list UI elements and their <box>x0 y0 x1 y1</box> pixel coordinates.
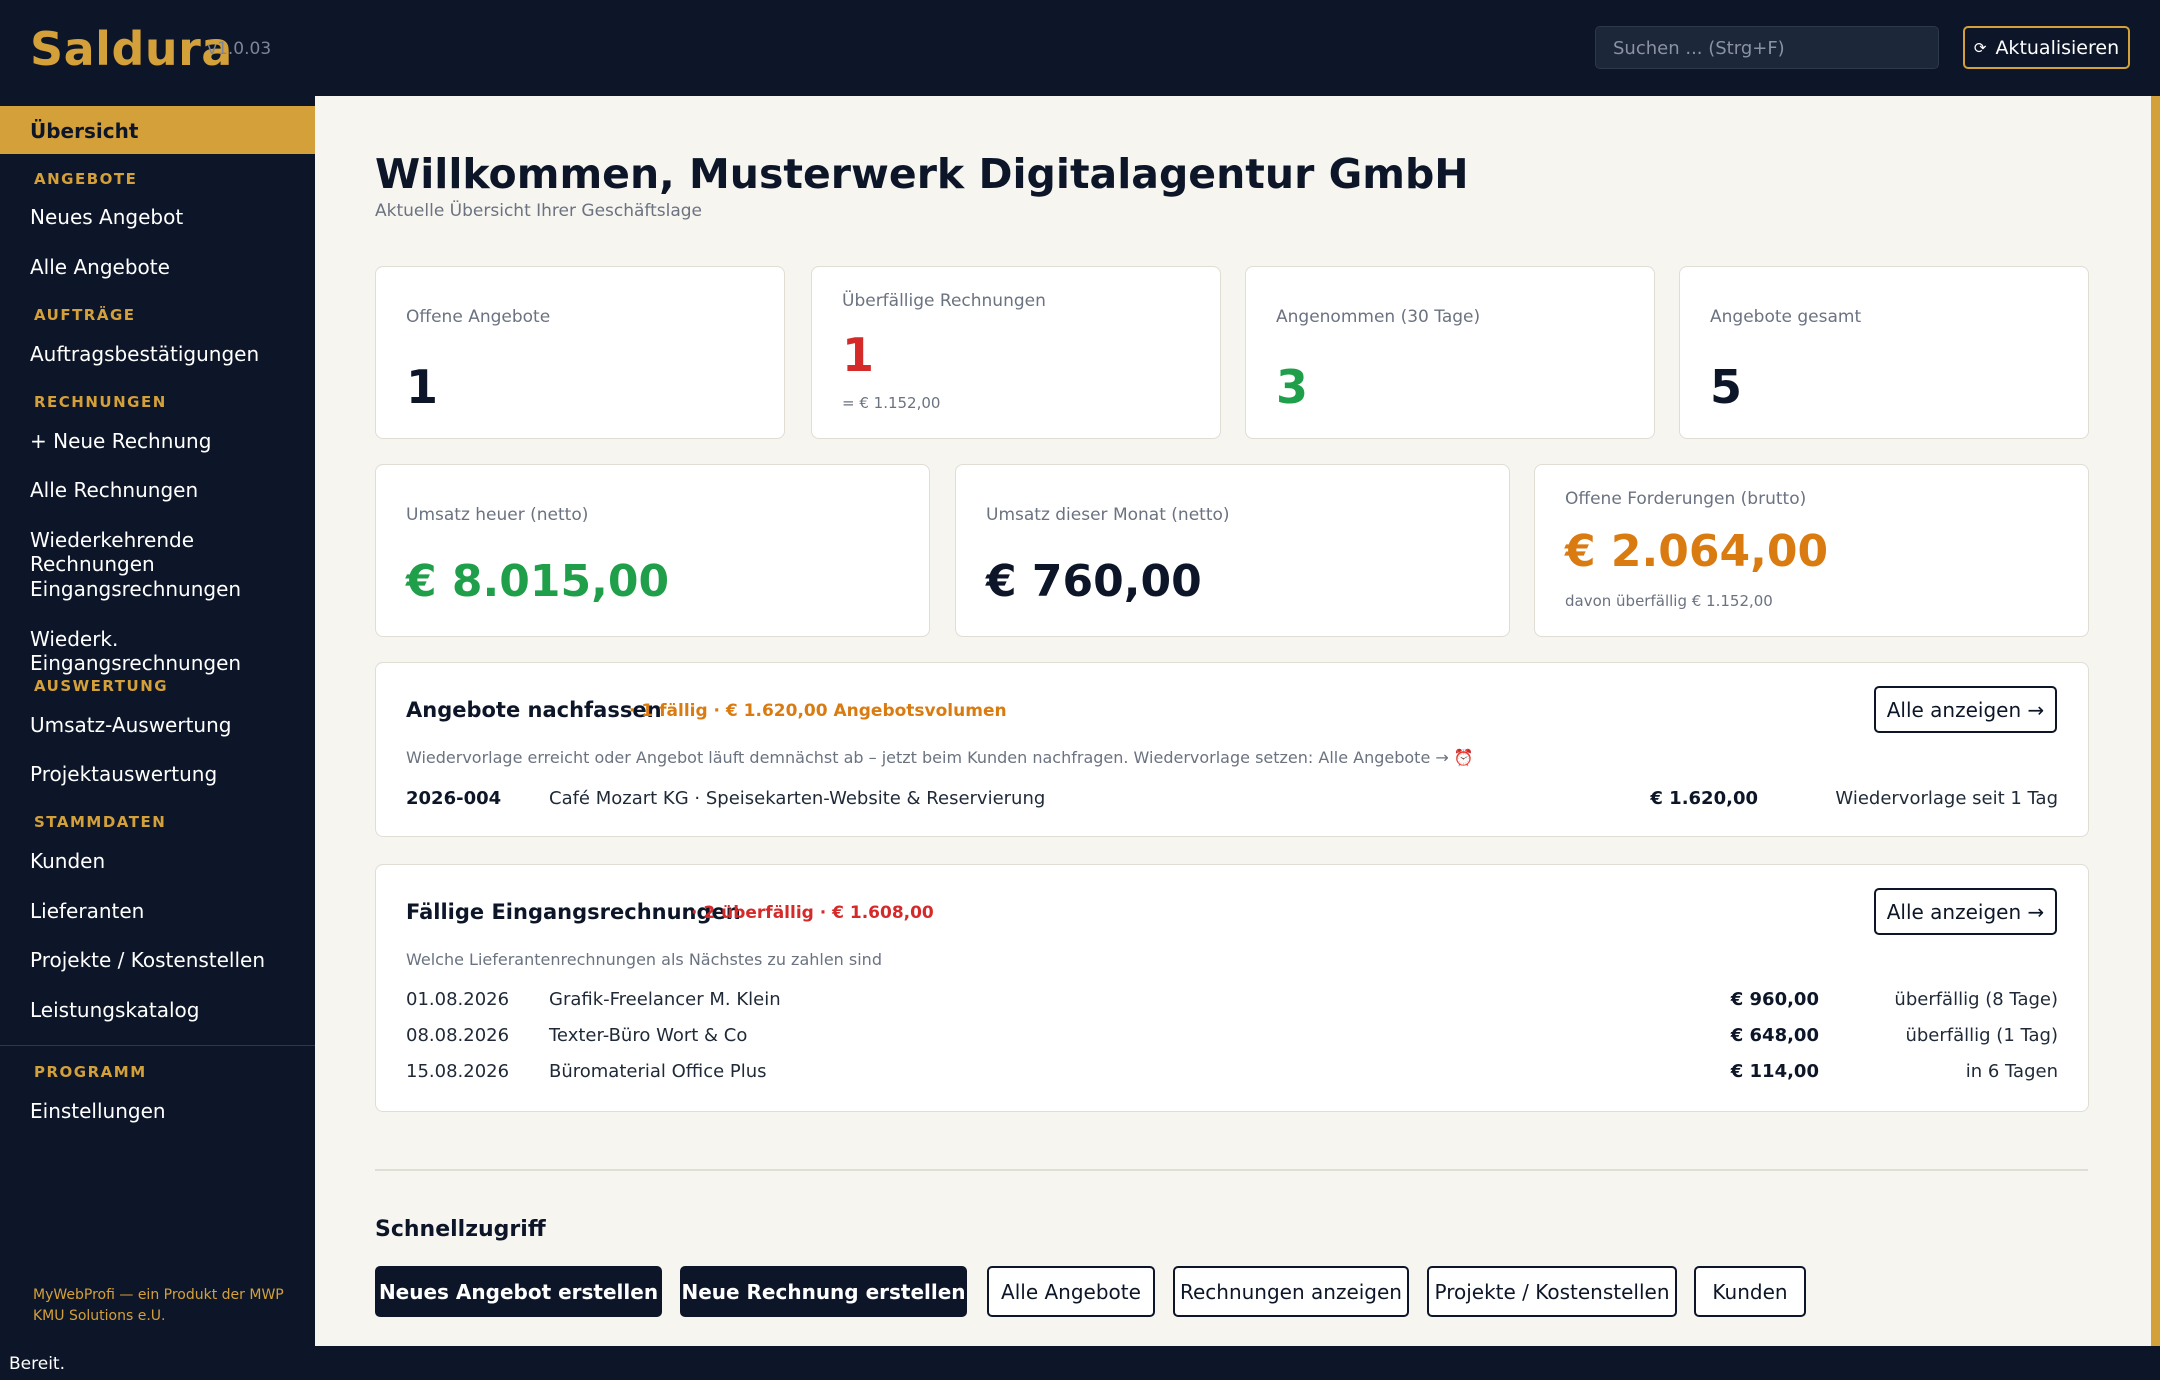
sidebar-item-wiederk-eingangsrechnungen[interactable]: Wiederk. Eingangsrechnungen <box>30 627 315 675</box>
eingang-datum: 15.08.2026 <box>406 1061 510 1082</box>
page-subtitle: Aktuelle Übersicht Ihrer Geschäftslage <box>375 201 703 221</box>
kpi-card-umsatz-heuer[interactable]: Umsatz heuer (netto) € 8.015,00 <box>375 464 930 637</box>
sidebar-section-auswertung: AUSWERTUNG <box>34 677 169 695</box>
sidebar-item-umsatz-auswertung[interactable]: Umsatz-Auswertung <box>30 713 231 737</box>
panel-badge: · 1 fällig · € 1.620,00 Angebotsvolumen <box>629 701 1007 721</box>
angebot-betrag: € 1.620,00 <box>1650 788 1758 809</box>
kpi-card-offene-forderungen[interactable]: Offene Forderungen (brutto) € 2.064,00 d… <box>1534 464 2089 637</box>
panel-angebote-nachfassen: Angebote nachfassen · 1 fällig · € 1.620… <box>375 662 2089 837</box>
sidebar-item-projektauswertung[interactable]: Projektauswertung <box>30 762 217 786</box>
kpi-label: Offene Forderungen (brutto) <box>1565 489 1807 509</box>
sidebar-item-alle-rechnungen[interactable]: Alle Rechnungen <box>30 478 198 502</box>
search-input[interactable]: Suchen ... (Strg+F) <box>1595 26 1939 69</box>
sidebar-item-kunden[interactable]: Kunden <box>30 849 105 873</box>
kpi-value: € 8.015,00 <box>406 556 670 607</box>
panel-badge: · 2 überfällig · € 1.608,00 <box>691 903 934 923</box>
sidebar-item-uebersicht[interactable]: Übersicht <box>0 106 315 154</box>
sidebar-item-einstellungen[interactable]: Einstellungen <box>30 1099 166 1123</box>
angebot-kunde[interactable]: Café Mozart KG · Speisekarten-Website & … <box>549 788 1045 809</box>
eingang-datum: 01.08.2026 <box>406 989 510 1010</box>
kpi-label: Umsatz heuer (netto) <box>406 505 589 525</box>
top-bar: Saldura v1.0.03 Suchen ... (Strg+F) ⟳ Ak… <box>0 0 2160 96</box>
kpi-value: € 2.064,00 <box>1565 526 1829 577</box>
sidebar-section-auftraege: AUFTRÄGE <box>34 306 136 324</box>
eingang-betrag: € 960,00 <box>1730 989 1819 1010</box>
kpi-card-angebote-gesamt[interactable]: Angebote gesamt 5 <box>1679 266 2089 439</box>
eingang-betrag: € 648,00 <box>1730 1025 1819 1046</box>
scrollbar[interactable] <box>2151 96 2160 1346</box>
panel-faellige-eingangsrechnungen: Fällige Eingangsrechnungen · 2 überfälli… <box>375 864 2089 1112</box>
kpi-label: Umsatz dieser Monat (netto) <box>986 505 1230 525</box>
kpi-label: Überfällige Rechnungen <box>842 291 1046 311</box>
sidebar-item-wiederkehrende-rechnungen[interactable]: Wiederkehrende Rechnungen <box>30 528 315 576</box>
alle-anzeigen-button[interactable]: Alle anzeigen → <box>1874 686 2057 733</box>
angebot-nummer[interactable]: 2026-004 <box>406 788 501 809</box>
neues-angebot-button[interactable]: Neues Angebot erstellen <box>375 1266 662 1317</box>
kpi-value: 5 <box>1710 360 1743 414</box>
alle-anzeigen-button[interactable]: Alle anzeigen → <box>1874 888 2057 935</box>
eingang-status: überfällig (1 Tag) <box>1905 1025 2058 1046</box>
status-bar: Bereit. <box>0 1346 2160 1380</box>
neue-rechnung-button[interactable]: Neue Rechnung erstellen <box>680 1266 967 1317</box>
refresh-icon: ⟳ <box>1973 38 1987 57</box>
kpi-label: Angenommen (30 Tage) <box>1276 307 1481 327</box>
app-version: v1.0.03 <box>207 39 272 59</box>
kpi-label: Offene Angebote <box>406 307 551 327</box>
panel-title: Angebote nachfassen <box>406 698 662 722</box>
sidebar-item-lieferanten[interactable]: Lieferanten <box>30 899 144 923</box>
sidebar-divider <box>0 1045 315 1046</box>
eingang-status: in 6 Tagen <box>1965 1061 2058 1082</box>
rechnungen-anzeigen-button[interactable]: Rechnungen anzeigen <box>1173 1266 1409 1317</box>
sidebar-footer: MyWebProfi — ein Produkt der MWP KMU Sol… <box>33 1287 284 1324</box>
kpi-card-ueberfaellige-rechnungen[interactable]: Überfällige Rechnungen 1 = € 1.152,00 <box>811 266 1221 439</box>
panel-description: Wiedervorlage erreicht oder Angebot läuf… <box>406 748 1474 767</box>
kpi-card-angenommen[interactable]: Angenommen (30 Tage) 3 <box>1245 266 1655 439</box>
kpi-label: Angebote gesamt <box>1710 307 1862 327</box>
kpi-value: 3 <box>1276 360 1309 414</box>
eingang-status: überfällig (8 Tage) <box>1894 989 2058 1010</box>
main-content: Willkommen, Musterwerk Digitalagentur Gm… <box>315 96 2160 1346</box>
angebot-status: Wiedervorlage seit 1 Tag <box>1835 788 2058 809</box>
sidebar-item-alle-angebote[interactable]: Alle Angebote <box>30 255 170 279</box>
sidebar-section-angebote: ANGEBOTE <box>34 170 138 188</box>
sidebar-item-projekte[interactable]: Projekte / Kostenstellen <box>30 948 265 972</box>
page-title: Willkommen, Musterwerk Digitalagentur Gm… <box>375 150 1469 198</box>
schnellzugriff-title: Schnellzugriff <box>375 1217 546 1242</box>
app-logo: Saldura <box>30 22 233 76</box>
sidebar-item-neue-rechnung[interactable]: + Neue Rechnung <box>30 429 211 453</box>
alle-angebote-button[interactable]: Alle Angebote <box>987 1266 1155 1317</box>
sidebar-item-leistungskatalog[interactable]: Leistungskatalog <box>30 998 199 1022</box>
eingang-lieferant[interactable]: Büromaterial Office Plus <box>549 1061 767 1082</box>
kpi-value: 1 <box>842 328 875 382</box>
refresh-button[interactable]: ⟳ Aktualisieren <box>1963 26 2130 69</box>
section-divider <box>375 1169 2088 1171</box>
panel-description: Welche Lieferantenrechnungen als Nächste… <box>406 950 882 969</box>
sidebar-section-programm: PROGRAMM <box>34 1063 147 1081</box>
kpi-sub: = € 1.152,00 <box>842 394 941 412</box>
sidebar: Übersicht ANGEBOTE Neues Angebot Alle An… <box>0 96 315 1346</box>
projekte-kostenstellen-button[interactable]: Projekte / Kostenstellen <box>1427 1266 1677 1317</box>
kunden-button[interactable]: Kunden <box>1694 1266 1806 1317</box>
eingang-betrag: € 114,00 <box>1730 1061 1819 1082</box>
kpi-sub: davon überfällig € 1.152,00 <box>1565 592 1773 610</box>
sidebar-section-stammdaten: STAMMDATEN <box>34 813 167 831</box>
kpi-card-offene-angebote[interactable]: Offene Angebote 1 <box>375 266 785 439</box>
sidebar-item-auftragsbestaetigungen[interactable]: Auftragsbestätigungen <box>30 342 259 366</box>
sidebar-section-rechnungen: RECHNUNGEN <box>34 393 167 411</box>
refresh-label: Aktualisieren <box>1995 36 2120 59</box>
kpi-value: € 760,00 <box>986 556 1202 607</box>
eingang-datum: 08.08.2026 <box>406 1025 510 1046</box>
sidebar-item-eingangsrechnungen[interactable]: Eingangsrechnungen <box>30 577 241 601</box>
sidebar-item-neues-angebot[interactable]: Neues Angebot <box>30 205 183 229</box>
eingang-lieferant[interactable]: Texter-Büro Wort & Co <box>549 1025 747 1046</box>
kpi-value: 1 <box>406 360 439 414</box>
eingang-lieferant[interactable]: Grafik-Freelancer M. Klein <box>549 989 781 1010</box>
kpi-card-umsatz-monat[interactable]: Umsatz dieser Monat (netto) € 760,00 <box>955 464 1510 637</box>
status-text: Bereit. <box>9 1354 65 1374</box>
